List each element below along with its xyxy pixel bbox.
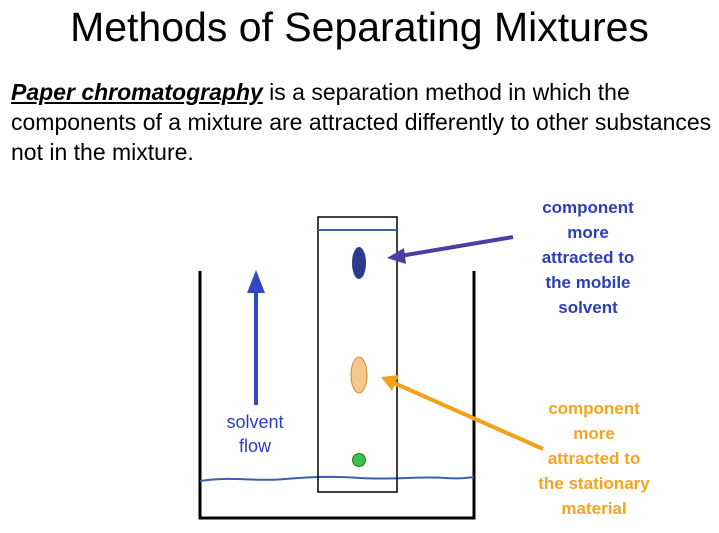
starting-spot: [352, 453, 366, 467]
stationary-component-spot: [350, 356, 368, 394]
solvent-flow-label: solvent flow: [226, 412, 284, 456]
mobile-component-arrow: [399, 235, 514, 258]
stationary-component-label: component more attracted to the stationa…: [538, 399, 650, 518]
beaker: [198, 271, 476, 520]
mobile-component-spot: [352, 247, 366, 279]
mobile-component-label: component more attracted to the mobile s…: [541, 198, 635, 317]
solvent-flow-arrowhead: [247, 270, 265, 293]
solvent-surface-line: [199, 475, 475, 482]
